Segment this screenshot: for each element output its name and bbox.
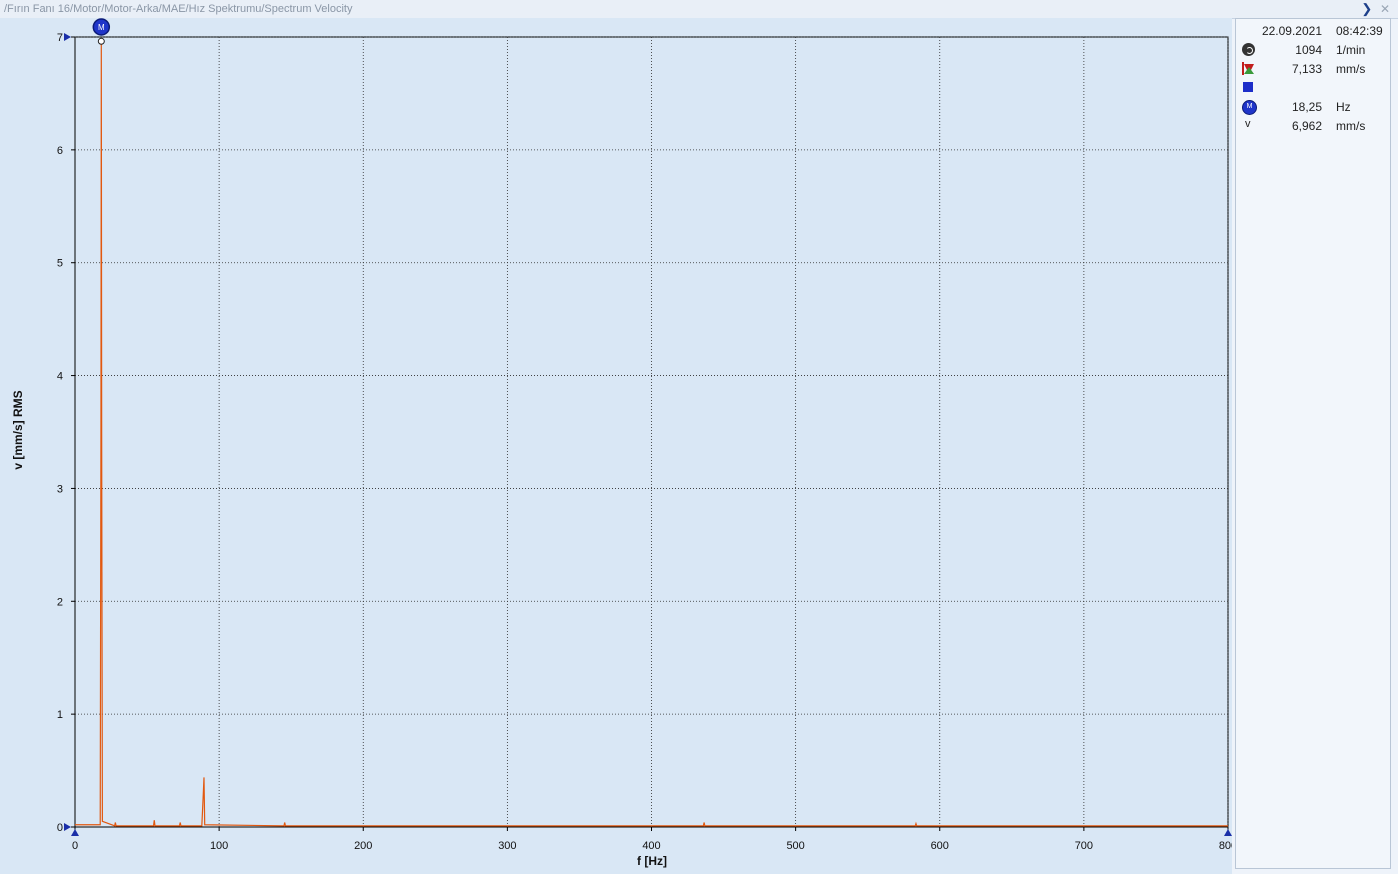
- grid-lines: [75, 36, 1229, 827]
- plot-area: [74, 36, 1229, 828]
- rpm-row: 1094 1/min: [1236, 40, 1390, 59]
- close-icon[interactable]: ✕: [1380, 2, 1392, 16]
- info-panel: 22.09.2021 08:42:39 1094 1/min 7,133 mm/…: [1235, 18, 1391, 869]
- marker-badge-label: M: [98, 23, 105, 32]
- spectrum-chart[interactable]: 0 100 200 300 400 500 600 700 800 0 1 2 3 4 5 6 7 M: [0, 0, 1232, 874]
- velocity-symbol: v: [1245, 118, 1251, 130]
- x-tick-label: 0: [72, 840, 78, 852]
- x-tick-label: 200: [354, 840, 372, 852]
- y-tick-label: 7: [57, 32, 63, 44]
- marker-freq-value: 18,25: [1291, 100, 1322, 114]
- x-axis-label: f [Hz]: [637, 854, 667, 868]
- x-min-arrow: [71, 829, 79, 836]
- y-tick-label: 2: [57, 596, 63, 608]
- y-axis-label: v [mm/s] RMS: [11, 390, 25, 470]
- marker-freq-unit: Hz: [1336, 100, 1351, 114]
- expand-panel-icon[interactable]: ❯: [1361, 1, 1374, 16]
- rpm-unit: 1/min: [1336, 43, 1366, 57]
- x-tick-label: 100: [210, 840, 228, 852]
- y-tick-label: 4: [57, 371, 63, 383]
- x-max-arrow: [1224, 829, 1232, 836]
- marker-freq-row: M 18,25 Hz: [1236, 97, 1390, 116]
- x-tick-label: 800: [1219, 840, 1232, 852]
- marker-icon: M: [1242, 100, 1257, 115]
- overall-value-icon: [1242, 62, 1254, 75]
- overall-value: 7,133: [1291, 62, 1322, 76]
- marker-group[interactable]: M: [92, 18, 111, 45]
- timestamp-row: 22.09.2021 08:42:39: [1236, 21, 1390, 40]
- y-tick-label: 3: [57, 483, 63, 495]
- rpm-icon: [1242, 43, 1255, 56]
- cursor-row: [1236, 78, 1390, 97]
- x-tick-label: 400: [642, 840, 660, 852]
- y-min-arrow: [64, 823, 71, 831]
- marker-amp-unit: mm/s: [1336, 119, 1366, 133]
- date-value: 22.09.2021: [1261, 24, 1322, 38]
- marker-amp-row: v 6,962 mm/s: [1236, 116, 1390, 135]
- x-tick-label: 600: [931, 840, 949, 852]
- y-max-arrow: [64, 33, 71, 41]
- time-value: 08:42:39: [1336, 24, 1383, 38]
- square-cursor-icon: [1243, 82, 1253, 92]
- axis-ticks: 0 100 200 300 400 500 600 700 800 0 1 2 3 4 5 6 7: [57, 32, 1232, 852]
- axis-limit-arrows[interactable]: [64, 33, 1232, 836]
- y-tick-label: 5: [57, 258, 63, 270]
- x-tick-label: 700: [1075, 840, 1093, 852]
- marker-point: [97, 37, 105, 45]
- marker-amp-value: 6,962: [1291, 119, 1322, 133]
- x-tick-label: 300: [498, 840, 516, 852]
- y-tick-label: 6: [57, 145, 63, 157]
- y-tick-label: 0: [57, 822, 63, 834]
- window-controls: ❯ ✕: [1361, 1, 1392, 17]
- x-tick-label: 500: [786, 840, 804, 852]
- rpm-value: 1094: [1295, 43, 1322, 57]
- y-tick-label: 1: [57, 709, 63, 721]
- overall-unit: mm/s: [1336, 62, 1366, 76]
- overall-row: 7,133 mm/s: [1236, 59, 1390, 78]
